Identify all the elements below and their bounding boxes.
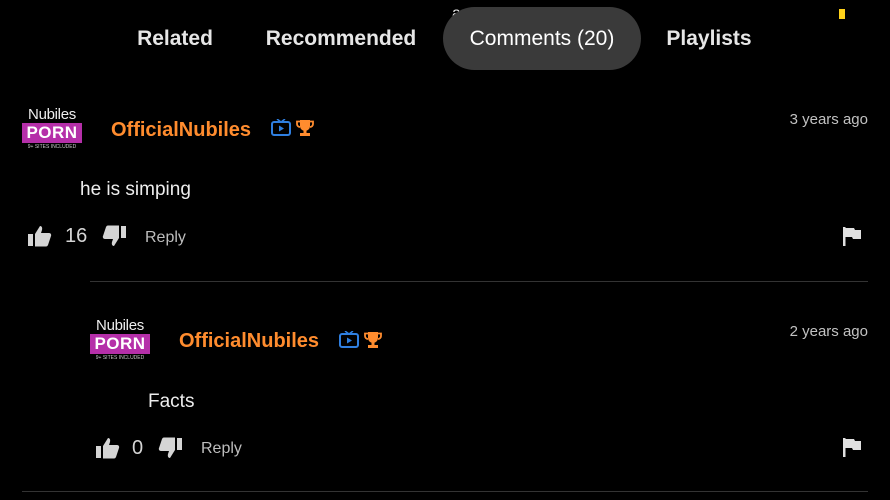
- flag-icon[interactable]: [842, 437, 862, 457]
- comment-divider: [22, 491, 868, 492]
- tv-badge-icon: [339, 331, 359, 348]
- avatar-brand-top: Nubiles: [96, 317, 144, 334]
- username[interactable]: OfficialNubiles: [179, 330, 319, 353]
- reply-button[interactable]: Reply: [201, 440, 242, 458]
- avatar-brand-bottom: 9+ SITES INCLUDED: [95, 355, 145, 361]
- comment-text: Facts: [148, 391, 195, 412]
- comment-reply-item: Nubiles PORN 9+ SITES INCLUDED OfficialN…: [0, 0, 890, 500]
- avatar-brand-mid: PORN: [90, 334, 150, 354]
- trophy-icon: [364, 332, 382, 348]
- comment-timestamp: 2 years ago: [789, 323, 868, 340]
- thumbs-up-icon[interactable]: [96, 437, 120, 459]
- thumbs-down-icon[interactable]: [158, 437, 182, 459]
- like-count: 0: [132, 437, 144, 459]
- avatar[interactable]: Nubiles PORN 9+ SITES INCLUDED: [87, 318, 153, 366]
